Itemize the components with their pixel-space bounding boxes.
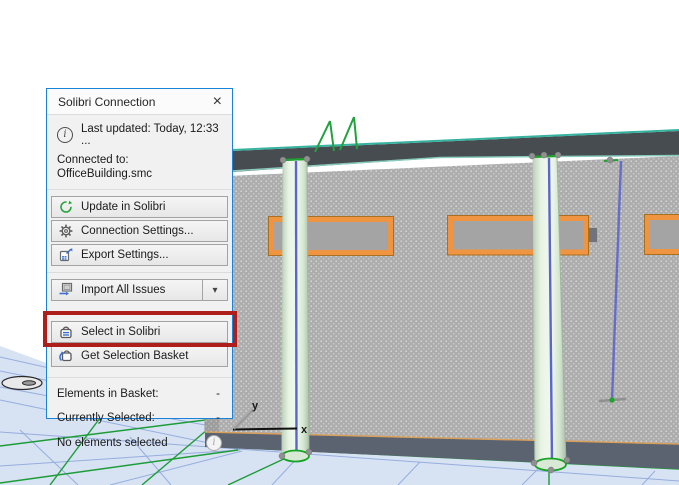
update-in-solibri-button[interactable]: Update in Solibri <box>51 196 228 218</box>
button-label: Connection Settings... <box>81 225 194 237</box>
select-in-solibri-button[interactable]: Select in Solibri <box>51 321 228 343</box>
connected-to-label: Connected to: <box>57 153 222 167</box>
elements-in-basket-value: - <box>216 388 222 400</box>
last-updated-text: Last updated: Today, 12:33 ... <box>81 123 222 147</box>
palette-title: Solibri Connection <box>58 95 155 109</box>
button-label: Import All Issues <box>81 284 165 296</box>
footer-info-icon[interactable]: i <box>206 435 222 451</box>
connected-file-name: OfficeBuilding.smc <box>57 167 222 181</box>
import-all-issues-button[interactable]: Import All Issues <box>52 280 202 300</box>
currently-selected-label: Currently Selected: <box>57 412 155 424</box>
import-issues-icon <box>58 281 74 300</box>
chevron-down-icon[interactable]: ▾ <box>202 280 227 300</box>
footer-row: No elements selected i <box>57 430 222 456</box>
connected-block: Connected to: OfficeBuilding.smc <box>47 150 232 190</box>
button-label: Export Settings... <box>81 249 169 261</box>
currently-selected-row: Currently Selected: - <box>57 406 222 430</box>
button-label: Update in Solibri <box>81 201 165 213</box>
button-label: Select in Solibri <box>81 326 160 338</box>
axis-y-label: y <box>252 400 259 412</box>
last-updated-row: i Last updated: Today, 12:33 ... <box>47 115 232 150</box>
elements-in-basket-label: Elements in Basket: <box>57 388 159 400</box>
palette-title-bar: Solibri Connection × <box>47 89 232 115</box>
export-settings-button[interactable]: Export Settings... <box>51 244 228 266</box>
refresh-circle-icon <box>58 199 74 215</box>
solibri-connection-palette: Solibri Connection × i Last updated: Tod… <box>46 88 233 419</box>
footer-note: No elements selected <box>57 437 168 449</box>
export-document-icon <box>58 247 74 263</box>
close-icon[interactable]: × <box>211 94 224 110</box>
basket-arrow-icon <box>58 348 74 364</box>
application-window: y x Solibri Connection × i Last updated:… <box>0 0 679 485</box>
column-1[interactable] <box>282 159 309 462</box>
disc-object[interactable] <box>2 377 42 390</box>
import-all-issues-split-button: Import All Issues ▾ <box>51 279 228 301</box>
connection-settings-button[interactable]: Connection Settings... <box>51 220 228 242</box>
elements-in-basket-row: Elements in Basket: - <box>57 382 222 406</box>
currently-selected-value: - <box>216 412 222 424</box>
basket-icon <box>58 324 74 340</box>
info-icon: i <box>57 127 73 143</box>
get-selection-basket-button[interactable]: Get Selection Basket <box>51 345 228 367</box>
button-label: Get Selection Basket <box>81 350 188 362</box>
gear-icon <box>58 223 74 239</box>
axis-x-label: x <box>301 424 308 436</box>
